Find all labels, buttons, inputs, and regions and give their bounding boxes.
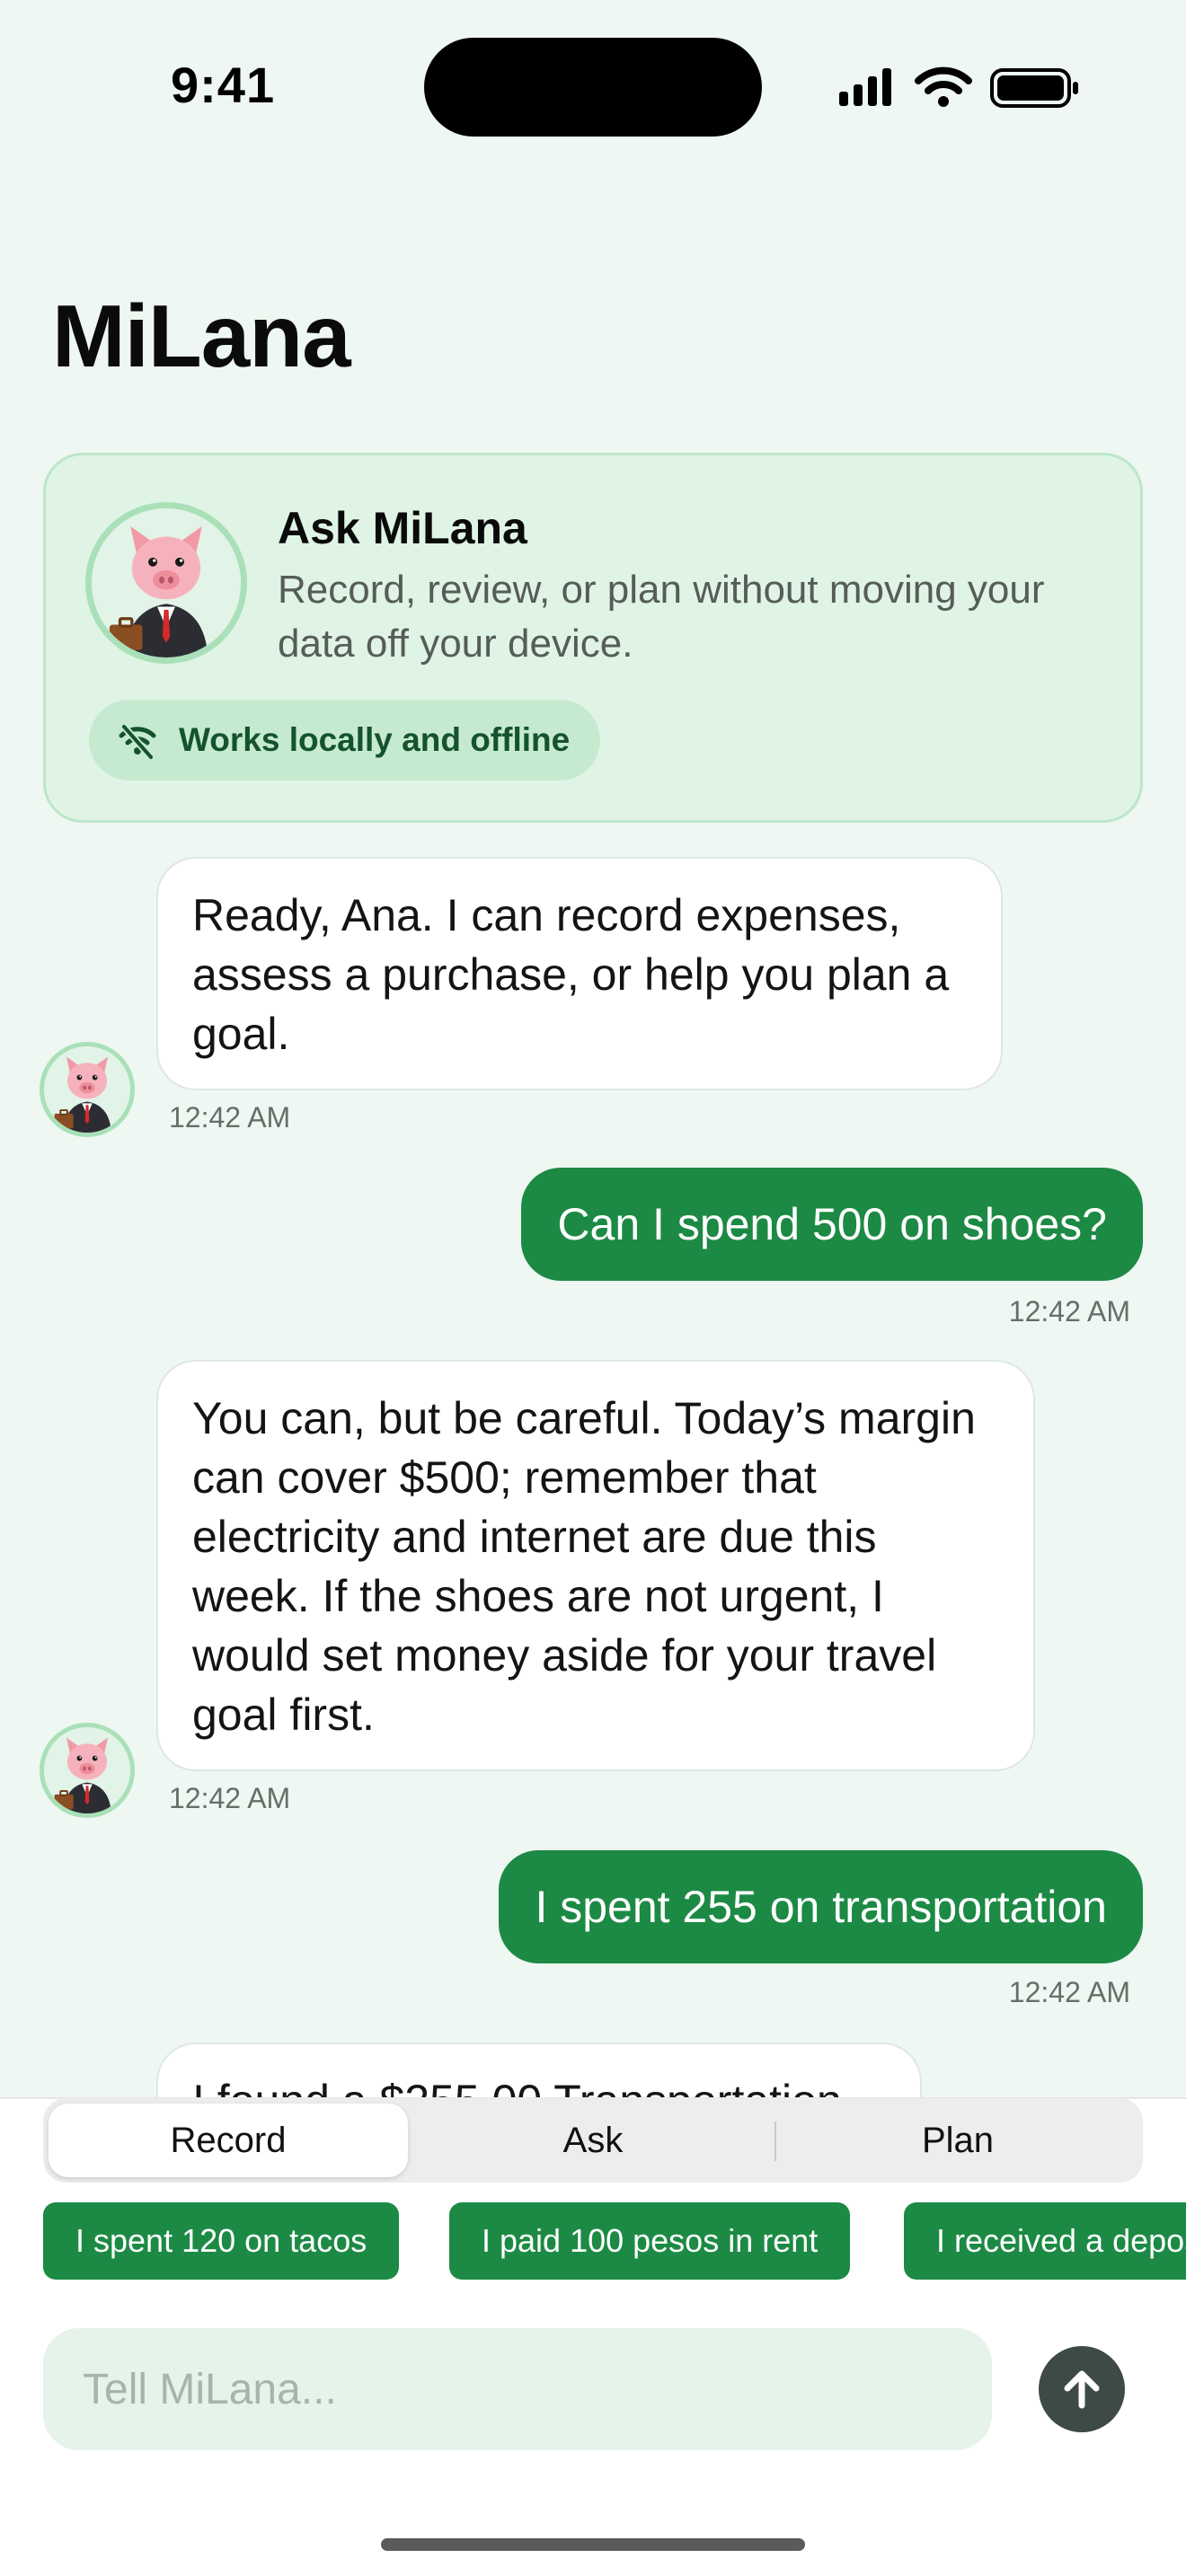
pig-mascot-icon xyxy=(44,1727,130,1813)
page-title: MiLana xyxy=(52,287,351,385)
assistant-avatar xyxy=(40,1042,135,1137)
tab-ask[interactable]: Ask xyxy=(413,2104,773,2177)
message-timestamp: 12:42 AM xyxy=(1008,1295,1130,1328)
mode-segmented-control[interactable]: Record Ask Plan xyxy=(43,2098,1143,2183)
pig-mascot-icon xyxy=(44,1046,130,1133)
message-input[interactable] xyxy=(43,2328,992,2450)
wifi-off-icon xyxy=(119,724,156,760)
chat-thread[interactable]: Ready, Ana. I can record expenses, asses… xyxy=(0,835,1186,2097)
assistant-avatar xyxy=(85,502,247,664)
pig-mascot-icon xyxy=(92,508,241,657)
status-icons xyxy=(839,66,1078,108)
wifi-icon xyxy=(915,66,972,107)
suggestion-chips[interactable]: I spent 120 on tacos I paid 100 pesos in… xyxy=(43,2202,1186,2280)
arrow-up-icon xyxy=(1064,2370,1100,2409)
message-timestamp: 12:42 AM xyxy=(169,1101,291,1134)
dynamic-island xyxy=(424,38,762,137)
tab-plan[interactable]: Plan xyxy=(778,2104,1137,2177)
intro-card: Ask MiLana Record, review, or plan witho… xyxy=(43,453,1143,823)
tab-record[interactable]: Record xyxy=(49,2104,408,2177)
home-indicator xyxy=(381,2538,805,2551)
suggestion-chip[interactable]: I spent 120 on tacos xyxy=(43,2202,400,2280)
user-message: Can I spend 500 on shoes? xyxy=(521,1168,1143,1281)
assistant-avatar xyxy=(40,1723,135,1818)
segment-divider xyxy=(774,2122,776,2161)
message-timestamp: 12:42 AM xyxy=(169,1782,291,1814)
user-message: I spent 255 on transportation xyxy=(499,1850,1143,1963)
assistant-message: You can, but be careful. Today’s margin … xyxy=(156,1360,1035,1771)
card-description: Record, review, or plan without moving y… xyxy=(278,568,1045,666)
send-button[interactable] xyxy=(1039,2346,1125,2432)
offline-badge-label: Works locally and offline xyxy=(179,721,571,758)
battery-icon xyxy=(990,68,1078,108)
assistant-message: Ready, Ana. I can record expenses, asses… xyxy=(156,857,1003,1090)
card-title: Ask MiLana xyxy=(278,503,527,553)
status-bar: 9:41 xyxy=(0,0,1186,171)
suggestion-chip[interactable]: I received a deposit xyxy=(904,2202,1186,2280)
offline-badge: Works locally and offline xyxy=(89,700,601,781)
assistant-message: I found a $255.00 Transportation xyxy=(156,2042,922,2097)
suggestion-chip[interactable]: I paid 100 pesos in rent xyxy=(449,2202,851,2280)
status-time: 9:41 xyxy=(171,57,276,113)
cellular-signal-icon xyxy=(839,68,891,106)
message-timestamp: 12:42 AM xyxy=(1008,1976,1130,2008)
